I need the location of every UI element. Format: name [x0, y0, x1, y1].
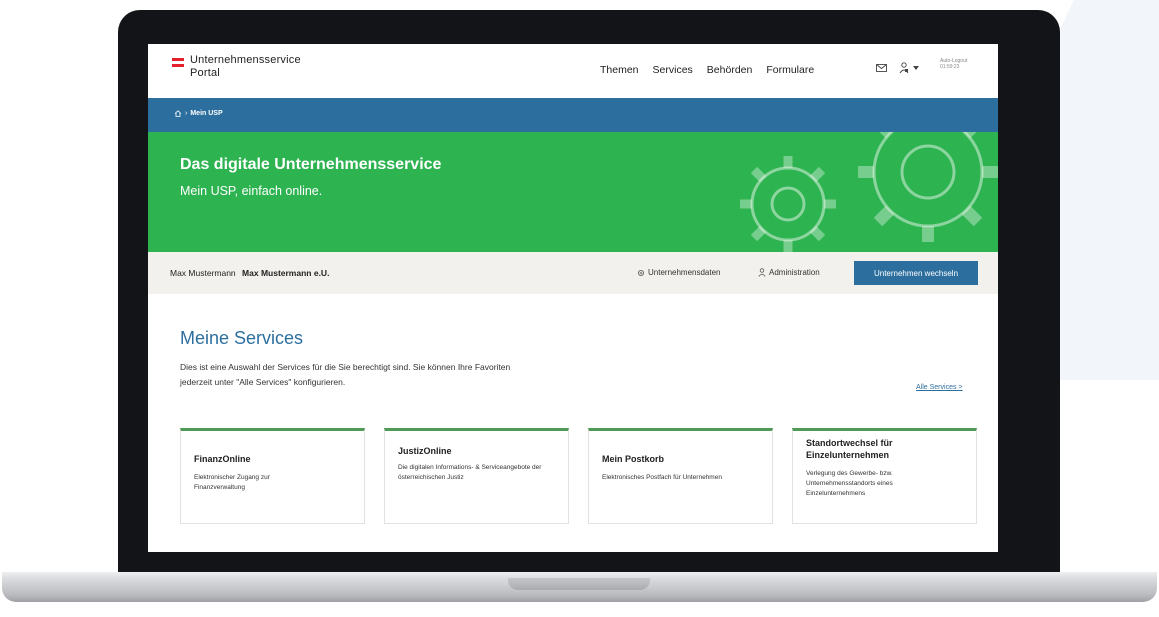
hero-subtitle: Mein USP, einfach online. [180, 184, 323, 198]
home-icon[interactable] [174, 110, 182, 117]
site-logo[interactable]: Unternehmensservice Portal [190, 54, 301, 80]
company-data-link[interactable]: Unternehmensdaten [637, 268, 721, 277]
account-company: Max Mustermann e.U. [242, 268, 330, 278]
all-services-link[interactable]: Alle Services > [916, 384, 963, 391]
services-description: Dies ist eine Auswahl der Services für d… [180, 360, 640, 390]
auto-logout-timer: 01:59:23 [940, 64, 960, 70]
laptop-screen: Unternehmensservice Portal Themen Servic… [148, 44, 998, 552]
administration-link[interactable]: Administration [758, 268, 820, 277]
services-description-line-1: Dies ist eine Auswahl der Services für d… [180, 362, 511, 372]
account-identity: Max Mustermann Max Mustermann e.U. [170, 268, 329, 278]
company-data-label: Unternehmensdaten [648, 268, 721, 277]
gears-icon [740, 132, 998, 252]
breadcrumb-current: Mein USP [190, 110, 223, 117]
hero-title: Das digitale Unternehmensservice [180, 156, 442, 173]
card-description: Verlegung des Gewerbe- bzw. Unternehmens… [806, 470, 893, 497]
card-description: Elektronischer Zugang zur Finanzverwaltu… [194, 474, 270, 491]
breadcrumb-separator-icon: › [185, 110, 188, 117]
main-nav: Themen Services Behörden Formulare [600, 64, 814, 76]
account-user: Max Mustermann [170, 268, 236, 278]
card-title: JustizOnline [398, 446, 452, 456]
card-title: Standortwechsel für Einzelunternehmen [806, 437, 893, 461]
auto-logout: Auto-Logout 01:59:23 [940, 58, 967, 70]
site-header: Unternehmensservice Portal Themen Servic… [148, 44, 998, 98]
laptop-notch [508, 578, 650, 590]
card-title-line-2: Einzelunternehmen [806, 450, 890, 460]
service-card-justizonline[interactable]: JustizOnline Die digitalen Informations-… [384, 428, 569, 524]
administration-label: Administration [769, 268, 820, 277]
service-card-finanzonline[interactable]: FinanzOnline Elektronischer Zugang zur F… [180, 428, 365, 524]
hero-banner: Das digitale Unternehmensservice Mein US… [148, 132, 998, 252]
austria-flag-icon [172, 58, 184, 67]
card-title: FinanzOnline [194, 454, 251, 464]
nav-item-formulare[interactable]: Formulare [766, 64, 814, 76]
header-icons [876, 62, 921, 74]
nav-item-services[interactable]: Services [653, 64, 693, 76]
gear-icon [638, 269, 644, 276]
services-description-line-2: jederzeit unter "Alle Services" konfigur… [180, 377, 346, 387]
user-menu-icon[interactable] [899, 62, 921, 74]
nav-item-behoerden[interactable]: Behörden [707, 64, 753, 76]
service-card-mein-postkorb[interactable]: Mein Postkorb Elektronisches Postfach fü… [588, 428, 773, 524]
card-description: Die digitalen Informations- & Serviceang… [398, 464, 542, 481]
logo-line-2: Portal [190, 67, 220, 79]
services-title: Meine Services [180, 328, 304, 348]
card-title: Mein Postkorb [602, 454, 665, 464]
service-card-standortwechsel[interactable]: Standortwechsel für Einzelunternehmen Ve… [792, 428, 977, 524]
card-description: Elektronisches Postfach für Unternehmen [602, 474, 722, 481]
switch-company-button[interactable]: Unternehmen wechseln [854, 261, 978, 285]
mail-icon[interactable] [876, 64, 887, 72]
breadcrumb-trail: › Mein USP [174, 110, 223, 117]
logo-line-1: Unternehmensservice [190, 54, 301, 66]
breadcrumb: › Mein USP [148, 98, 998, 132]
account-bar: Max Mustermann Max Mustermann e.U. Unter… [148, 252, 998, 294]
card-title-line-1: Standortwechsel für [806, 438, 893, 448]
nav-item-themen[interactable]: Themen [600, 64, 639, 76]
admin-user-icon [758, 268, 766, 277]
